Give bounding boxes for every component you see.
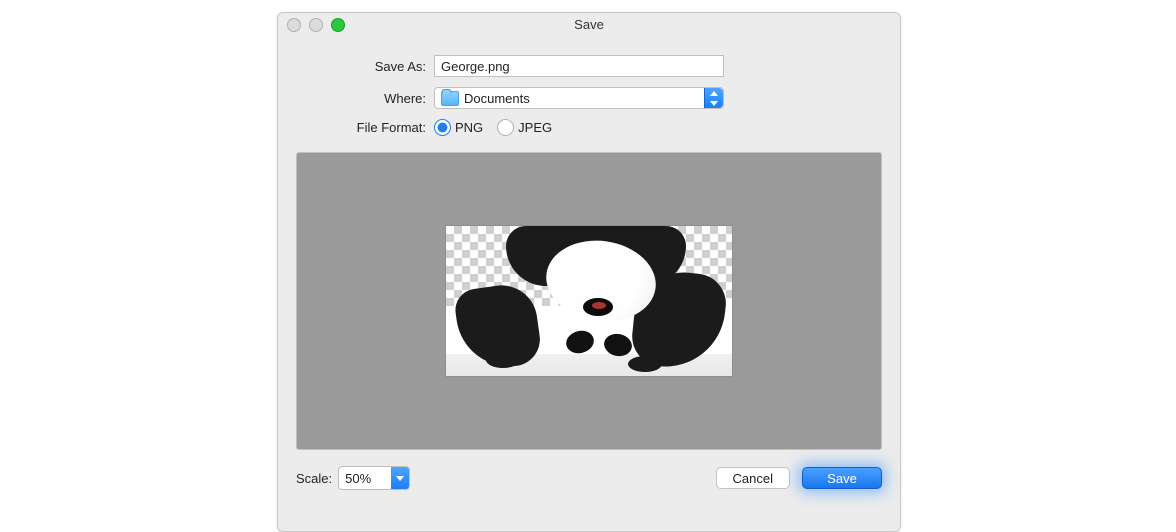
file-format-jpeg[interactable]: JPEG bbox=[497, 119, 552, 136]
minimize-window-icon[interactable] bbox=[309, 18, 323, 32]
button-label: Cancel bbox=[733, 471, 773, 486]
where-select[interactable]: Documents bbox=[434, 87, 724, 109]
image-preview-thumbnail bbox=[446, 226, 732, 376]
panda-illustration bbox=[446, 226, 732, 376]
zoom-window-icon[interactable] bbox=[331, 18, 345, 32]
window-traffic-lights bbox=[287, 18, 345, 32]
file-format-label: File Format: bbox=[296, 120, 426, 135]
where-value: Documents bbox=[464, 91, 530, 106]
file-format-png[interactable]: PNG bbox=[434, 119, 483, 136]
folder-icon bbox=[441, 91, 459, 106]
save-button[interactable]: Save bbox=[802, 467, 882, 489]
title-bar: Save bbox=[278, 13, 900, 37]
radio-icon bbox=[497, 119, 514, 136]
dialog-footer: Scale: 50% Cancel Save bbox=[278, 450, 900, 506]
scale-value: 50% bbox=[339, 471, 391, 486]
button-label: Save bbox=[827, 471, 857, 486]
window-title: Save bbox=[278, 13, 900, 37]
radio-label: PNG bbox=[455, 120, 483, 135]
where-stepper-icon[interactable] bbox=[704, 88, 723, 108]
radio-label: JPEG bbox=[518, 120, 552, 135]
chevron-down-icon bbox=[391, 467, 409, 489]
save-dialog: Save Save As: Where: Documents File Form… bbox=[277, 12, 901, 532]
radio-icon bbox=[434, 119, 451, 136]
save-as-input[interactable] bbox=[434, 55, 724, 77]
where-label: Where: bbox=[296, 91, 426, 106]
scale-select[interactable]: 50% bbox=[338, 466, 410, 490]
save-form: Save As: Where: Documents File Format: P… bbox=[278, 55, 900, 146]
close-window-icon[interactable] bbox=[287, 18, 301, 32]
cancel-button[interactable]: Cancel bbox=[716, 467, 790, 489]
scale-label: Scale: bbox=[296, 471, 332, 486]
image-preview-area bbox=[296, 152, 882, 450]
file-format-group: PNG JPEG bbox=[434, 119, 552, 136]
save-as-label: Save As: bbox=[296, 59, 426, 74]
